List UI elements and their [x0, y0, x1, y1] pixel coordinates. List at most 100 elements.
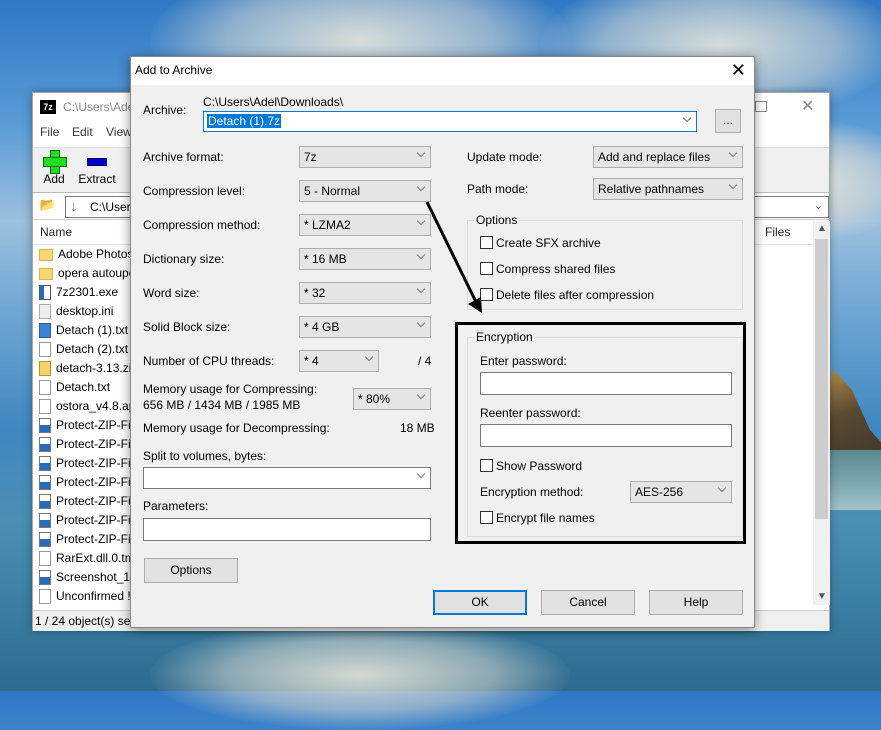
file-name: Protect-ZIP-Fi: [56, 456, 131, 470]
file-list-item[interactable]: Detach (2).txt: [39, 342, 128, 361]
file-list-item[interactable]: Detach.txt: [39, 380, 110, 399]
browse-button[interactable]: ...: [715, 109, 741, 133]
file-icon: [39, 323, 51, 339]
menu-edit[interactable]: Edit: [72, 125, 93, 139]
update-mode-select[interactable]: Add and replace files: [593, 146, 743, 168]
archive-name-combobox[interactable]: Detach (1).7z: [203, 111, 697, 132]
compression-level-select[interactable]: 5 - Normal: [299, 180, 431, 202]
memory-compress-label: Memory usage for Compressing:: [143, 382, 318, 396]
dictionary-size-label: Dictionary size:: [143, 252, 225, 266]
cpu-threads-select[interactable]: * 4: [299, 350, 379, 372]
options-button[interactable]: Options: [144, 558, 238, 583]
help-button[interactable]: Help: [649, 590, 743, 615]
extract-button[interactable]: Extract: [77, 150, 117, 186]
file-list-item[interactable]: Protect-ZIP-Fi: [39, 532, 131, 551]
close-icon[interactable]: ✕: [801, 96, 814, 116]
chevron-down-icon: [417, 150, 425, 158]
file-list-item[interactable]: Protect-ZIP-Fi: [39, 475, 131, 494]
compress-shared-checkbox[interactable]: Compress shared files: [480, 262, 615, 276]
parameters-input[interactable]: [143, 518, 431, 541]
chevron-down-icon[interactable]: ⌄: [814, 199, 823, 212]
file-list-item[interactable]: Protect-ZIP-Fi: [39, 456, 131, 475]
scroll-up-icon[interactable]: ▲: [817, 223, 827, 234]
file-list-item[interactable]: Adobe Photos: [39, 247, 133, 266]
close-icon[interactable]: ✕: [731, 59, 746, 81]
file-name: Protect-ZIP-Fi: [56, 494, 131, 508]
options-group: Options Create SFX archive Compress shar…: [467, 213, 743, 310]
solid-block-size-select[interactable]: * 4 GB: [299, 316, 431, 338]
annotation-highlight-box: [455, 322, 746, 544]
compression-level-label: Compression level:: [143, 184, 246, 198]
dialog-title: Add to Archive: [135, 63, 213, 77]
file-name: Protect-ZIP-Fi: [56, 513, 131, 527]
file-list-item[interactable]: Protect-ZIP-Fi: [39, 513, 131, 532]
file-list-item[interactable]: Unconfirmed !: [39, 589, 131, 608]
column-files[interactable]: Files: [765, 225, 790, 239]
file-list-item[interactable]: 7z2301.exe: [39, 285, 118, 304]
file-icon: [39, 342, 51, 358]
dictionary-size-select[interactable]: * 16 MB: [299, 248, 431, 270]
file-icon: [39, 513, 51, 529]
file-icon: [39, 456, 51, 472]
file-list-item[interactable]: Protect-ZIP-Fi: [39, 418, 131, 437]
update-mode-label: Update mode:: [467, 150, 543, 164]
memory-decompress-value: 18 MB: [400, 421, 435, 435]
7zip-app-icon: 7z: [40, 100, 56, 114]
file-name: Unconfirmed !: [56, 589, 131, 603]
split-volumes-combobox[interactable]: [143, 467, 431, 489]
file-list-item[interactable]: Protect-ZIP-Fi: [39, 437, 131, 456]
file-icon: [39, 399, 51, 415]
archive-name-value: Detach (1).7z: [207, 114, 282, 128]
scroll-down-icon[interactable]: ▼: [817, 591, 827, 602]
file-icon: [39, 570, 51, 586]
parameters-label: Parameters:: [143, 499, 209, 513]
folder-icon: [39, 248, 53, 261]
file-name: desktop.ini: [56, 304, 114, 318]
minus-icon: [87, 158, 107, 166]
chevron-down-icon: [417, 218, 425, 226]
chevron-down-icon: [417, 471, 425, 479]
file-list-item[interactable]: desktop.ini: [39, 304, 113, 323]
add-to-archive-dialog: Add to Archive ✕ Archive: C:\Users\Adel\…: [130, 56, 755, 628]
file-list-item[interactable]: RarExt.dll.0.tm: [39, 551, 135, 570]
column-name[interactable]: Name: [40, 225, 72, 239]
ok-button[interactable]: OK: [433, 590, 527, 615]
scrollbar-thumb[interactable]: [815, 239, 828, 519]
chevron-down-icon: [729, 150, 737, 158]
chevron-down-icon[interactable]: [676, 112, 696, 131]
file-icon: [39, 285, 51, 301]
add-button[interactable]: Add: [41, 150, 67, 186]
split-volumes-label: Split to volumes, bytes:: [143, 449, 267, 463]
menu-file[interactable]: File: [40, 125, 59, 139]
file-name: ostora_v4.8.ap: [56, 399, 136, 413]
path-mode-select[interactable]: Relative pathnames: [593, 178, 743, 200]
folder-up-icon[interactable]: 📂: [36, 197, 60, 217]
maximize-icon[interactable]: [755, 101, 767, 112]
file-list-item[interactable]: ostora_v4.8.ap: [39, 399, 135, 418]
file-name: Screenshot_1.j: [56, 570, 137, 584]
plus-icon: [43, 150, 67, 174]
dialog-titlebar: Add to Archive ✕: [131, 57, 754, 85]
delete-after-checkbox[interactable]: Delete files after compression: [480, 288, 654, 302]
file-name: Detach.txt: [56, 380, 111, 394]
file-list-item[interactable]: detach-3.13.zip: [39, 361, 138, 380]
compression-method-select[interactable]: * LZMA2: [299, 214, 431, 236]
file-list-item[interactable]: opera autoupc: [39, 266, 135, 285]
file-name: Detach (2).txt: [56, 342, 129, 356]
cancel-button[interactable]: Cancel: [541, 590, 635, 615]
wallpaper-cloud: [150, 620, 570, 730]
wallpaper-sea: [828, 450, 881, 510]
cpu-threads-label: Number of CPU threads:: [143, 354, 275, 368]
file-list-scrollbar[interactable]: ▲ ▼: [813, 221, 830, 605]
file-list-item[interactable]: Protect-ZIP-Fi: [39, 494, 131, 513]
file-list-item[interactable]: Screenshot_1.j: [39, 570, 136, 589]
menu-view[interactable]: View: [106, 125, 132, 139]
file-name: detach-3.13.zip: [56, 361, 139, 375]
create-sfx-checkbox[interactable]: Create SFX archive: [480, 236, 601, 250]
memory-percent-select[interactable]: * 80%: [353, 388, 431, 410]
file-list-item[interactable]: Detach (1).txt: [39, 323, 128, 342]
word-size-select[interactable]: * 32: [299, 282, 431, 304]
chevron-down-icon: [417, 320, 425, 328]
memory-compress-detail: 656 MB / 1434 MB / 1985 MB: [143, 398, 301, 412]
archive-format-select[interactable]: 7z: [299, 146, 431, 168]
